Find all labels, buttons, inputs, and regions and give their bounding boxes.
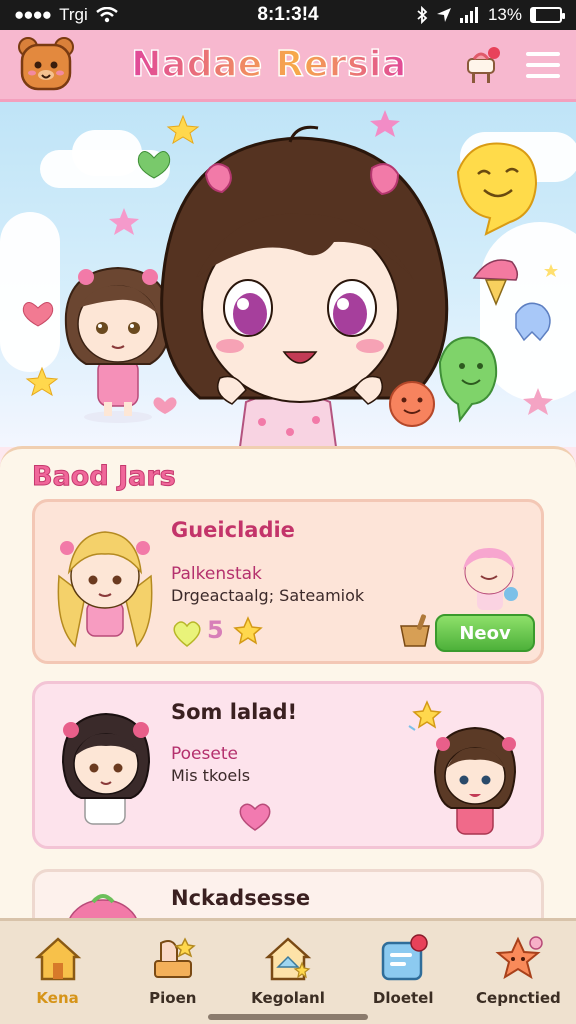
star-icon [523, 388, 553, 415]
green-blob-creature [438, 336, 498, 423]
clock: 8:1:3!4 [257, 4, 319, 25]
avatar [433, 726, 517, 835]
app-title: Nadae Rersia [131, 43, 407, 86]
star-icon [25, 366, 59, 397]
new-button[interactable]: Neov [435, 614, 535, 652]
rating-value: 5 [207, 616, 224, 644]
location-icon [436, 8, 451, 22]
wifi-icon [95, 7, 118, 23]
house-sparkle-icon [264, 937, 312, 981]
content-panel: Baod Jars Gueicladie Palkenstak Drgeacta… [0, 446, 576, 924]
bear-icon[interactable] [14, 33, 78, 97]
list-card[interactable]: Nckadsesse [32, 869, 544, 924]
star-icon [166, 114, 200, 145]
card-meta: Mis tkoels [171, 766, 251, 785]
nav-item-kegolanl[interactable]: Kegolanl [230, 921, 345, 1024]
notes-icon [381, 934, 428, 981]
home-icon [34, 937, 81, 981]
section-title: Baod Jars [32, 461, 177, 493]
bottom-nav: Kena Pioen Kegolanl Dloetel Cepnctied [0, 918, 576, 1024]
list-card[interactable]: Som lalad! Poesete Mis tkoels [32, 681, 544, 849]
cart-icon[interactable] [460, 43, 504, 87]
home-indicator[interactable] [208, 1014, 368, 1020]
nav-label: Dloetel [372, 989, 434, 1007]
nav-item-pioen[interactable]: Pioen [115, 921, 230, 1024]
list-card[interactable]: Gueicladie Palkenstak Drgeactaalg; Satea… [32, 499, 544, 664]
avatar [57, 531, 153, 648]
coral-flower-creature [389, 381, 435, 427]
heart-icon [137, 151, 171, 179]
heart-icon [173, 621, 201, 647]
nav-label: Kegolanl [251, 989, 325, 1007]
battery-percent: 13% [487, 5, 522, 24]
battery-level [532, 9, 536, 21]
nav-item-cepnctied[interactable]: Cepnctied [461, 921, 576, 1024]
carrier-name: Trgi [59, 5, 88, 24]
star-badge-icon [495, 936, 544, 980]
card-meta: Drgeactaalg; Sateamiok [171, 586, 365, 605]
avatar [463, 548, 518, 610]
card-title: Gueicladie [171, 518, 295, 542]
nav-label: Cepnctied [476, 989, 561, 1007]
card-title: Som lalad! [171, 700, 298, 724]
card-title: Nckadsesse [171, 886, 311, 910]
heart-icon [153, 397, 177, 414]
nav-label: Pioen [149, 989, 197, 1007]
status-bar: ●●●● Trgi 8:1:3!4 13% [0, 0, 576, 30]
mushroom-creature [472, 259, 519, 306]
card-subtitle: Palkenstak [171, 564, 262, 584]
yellow-blob-creature [456, 142, 538, 236]
party-icon [153, 937, 196, 978]
battery-icon [530, 7, 565, 23]
bluetooth-icon [417, 6, 428, 24]
hamburger-icon[interactable] [524, 50, 562, 80]
star-icon [370, 110, 400, 137]
star-icon [544, 264, 558, 277]
cell-signal-icon [459, 7, 478, 23]
star-icon [109, 208, 139, 235]
hero-banner [0, 102, 576, 447]
app-header: Nadae Rersia [0, 30, 576, 102]
star-icon [233, 616, 263, 645]
heart-icon [22, 302, 54, 327]
nav-item-dloetel[interactable]: Dloetel [346, 921, 461, 1024]
signal-dots-icon: ●●●● [14, 5, 52, 24]
nav-label: Kena [36, 989, 79, 1007]
heart-icon [239, 803, 271, 831]
nav-item-home[interactable]: Kena [0, 921, 115, 1024]
card-subtitle: Poesete [171, 744, 238, 764]
avatar [61, 712, 151, 825]
basket-icon [400, 614, 430, 647]
blue-ghost-creature [515, 302, 551, 342]
